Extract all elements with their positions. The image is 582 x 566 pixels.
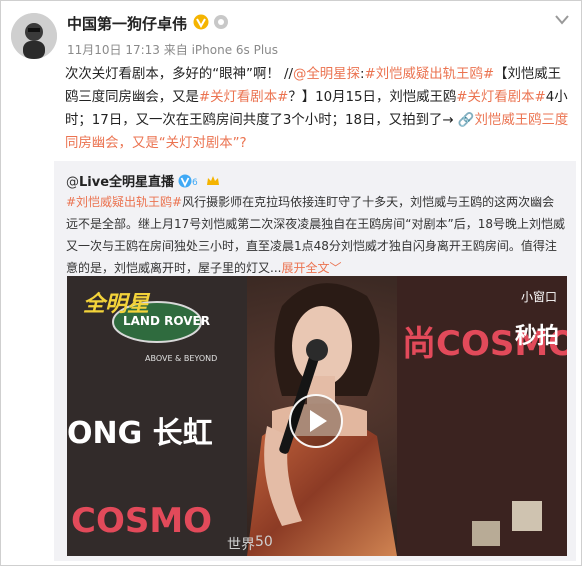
- post-text: 次次关灯看剧本，多好的“眼神”啊！ //@全明星探:#刘恺威疑出轨王鸥#【刘恺威…: [65, 63, 571, 155]
- chevron-down-icon[interactable]: [555, 15, 569, 25]
- article-link-icon[interactable]: 🔗: [458, 113, 475, 128]
- background-brand-text: COSMO: [71, 501, 213, 541]
- verified-v-icon: 6: [178, 174, 198, 188]
- expand-full-text-link[interactable]: 展开全文: [281, 261, 329, 275]
- post-meta: 11月10日 17:13 来自 iPhone 6s Plus: [67, 43, 279, 57]
- svg-text:6: 6: [192, 178, 198, 188]
- background-brand-text: 世界: [227, 537, 255, 553]
- hashtag-link[interactable]: #刘恺威疑出轨王鸥#: [364, 67, 494, 82]
- repost-user-prefix: @: [66, 175, 79, 190]
- post-text-part: 次次关灯看剧本，多好的“眼神”啊！ //: [65, 67, 294, 82]
- repost-block[interactable]: @Live全明星直播 6 #刘恺威疑出轨王鸥#风行摄影师在克拉玛依接连盯守了十多…: [54, 161, 576, 561]
- member-crown-icon: [207, 176, 220, 185]
- hashtag-link[interactable]: #刘恺威疑出轨王鸥#: [66, 195, 182, 209]
- sponsor-tagline: ABOVE & BEYOND: [145, 354, 218, 363]
- username[interactable]: 中国第一狗仔卓伟: [67, 13, 187, 34]
- background-brand-text: 50: [255, 534, 273, 550]
- weibo-post-card: 中国第一狗仔卓伟 11月10日 17:13 来自 iPhone 6s Plus …: [0, 0, 582, 566]
- repost-user[interactable]: @Live全明星直播 6: [66, 171, 220, 190]
- background-brand-text: ONG 长虹: [67, 416, 213, 451]
- member-level-icon: [214, 15, 228, 29]
- video-watermark-right: 秒拍: [514, 324, 559, 349]
- avatar[interactable]: [11, 13, 57, 59]
- hashtag-link[interactable]: #关灯看剧本#: [199, 90, 288, 105]
- mention-link[interactable]: @全明星探: [293, 67, 360, 82]
- play-button[interactable]: [289, 394, 343, 448]
- repost-text: #刘恺威疑出轨王鸥#风行摄影师在克拉玛依接连盯守了十多天，刘恺威与王鸥的这两次幽…: [66, 191, 566, 279]
- repost-user-name[interactable]: Live全明星直播: [79, 175, 174, 190]
- verified-v-icon: [193, 14, 209, 30]
- video-player[interactable]: 全明星 LAND ROVER ABOVE & BEYOND 尚COSMO ONG…: [67, 276, 567, 556]
- small-window-button[interactable]: 小窗口: [521, 288, 557, 305]
- hashtag-link[interactable]: #关灯看剧本#: [456, 90, 545, 105]
- post-text-part: ？】10月15日，刘恺威王鸥: [288, 90, 457, 105]
- expand-arrow-icon[interactable]: ﹀: [329, 261, 341, 275]
- sponsor-logo: LAND ROVER: [123, 314, 210, 328]
